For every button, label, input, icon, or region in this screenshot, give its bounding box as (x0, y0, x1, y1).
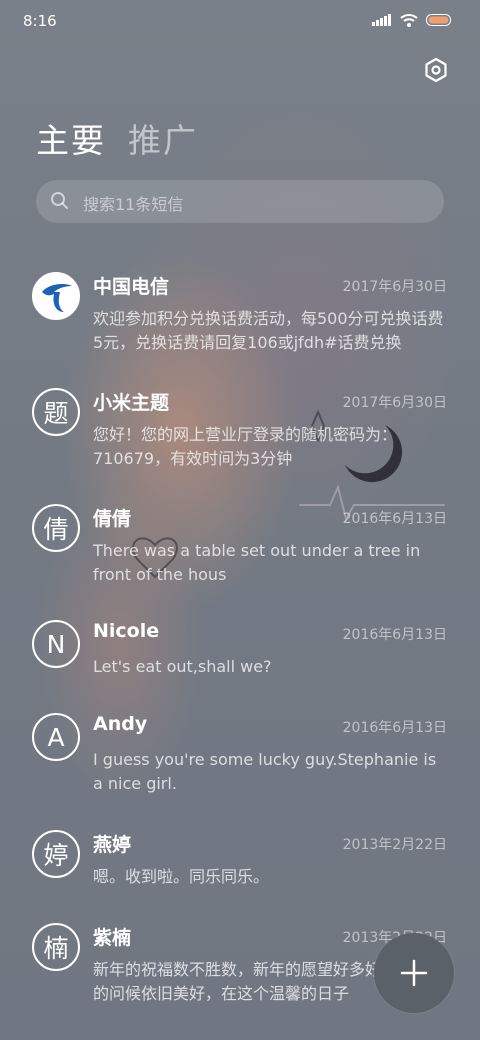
message-item[interactable]: A Andy 2016年6月13日 I guess you're some lu… (0, 713, 480, 823)
search-icon (51, 192, 68, 209)
sender-name: 紫楠 (93, 927, 132, 949)
wifi-icon (400, 14, 418, 27)
avatar: 楠 (32, 923, 80, 971)
hexagon-settings-icon (425, 57, 447, 83)
message-date: 2016年6月13日 (342, 511, 447, 527)
avatar (32, 272, 80, 320)
tab-bar: 主要 推广 (36, 114, 198, 162)
message-preview: Let's eat out,shall we? (93, 657, 272, 676)
avatar: 倩 (32, 504, 80, 552)
sender-name: 中国电信 (93, 276, 170, 298)
message-preview: 欢迎参加积分兑换话费活动，每500分可兑换话费5元，兑换话费请回复106或jfd… (93, 309, 444, 352)
sender-name: 燕婷 (93, 834, 132, 856)
avatar: 题 (32, 388, 80, 436)
message-item[interactable]: 倩 倩倩 2016年6月13日 There was a table set ou… (0, 504, 480, 614)
message-date: 2016年6月13日 (342, 720, 447, 736)
message-preview: 您好！您的网上营业厅登录的随机密码为：710679，有效时间为3分钟 (93, 425, 398, 468)
message-date: 2017年6月30日 (342, 279, 447, 295)
status-icons (372, 13, 452, 27)
tab-main[interactable]: 主要 (36, 114, 106, 162)
message-item[interactable]: 题 小米主题 2017年6月30日 您好！您的网上营业厅登录的随机密码为：710… (0, 388, 480, 498)
search-bar[interactable]: 搜索11条短信 (36, 180, 444, 223)
message-preview: 嗯。收到啦。同乐同乐。 (93, 867, 270, 886)
compose-button[interactable] (374, 933, 454, 1013)
settings-button[interactable] (422, 56, 450, 84)
avatar: A (32, 713, 80, 761)
status-time: 8:16 (23, 12, 57, 30)
avatar: N (32, 620, 80, 668)
tab-promo[interactable]: 推广 (128, 114, 198, 162)
sender-name: Nicole (93, 620, 160, 642)
avatar: 婷 (32, 830, 80, 878)
message-date: 2017年6月30日 (342, 395, 447, 411)
china-telecom-logo-icon (34, 274, 78, 318)
sender-name: 小米主题 (93, 392, 170, 414)
plus-icon (400, 959, 428, 987)
battery-icon (426, 14, 451, 26)
message-item[interactable]: 中国电信 2017年6月30日 欢迎参加积分兑换话费活动，每500分可兑换话费5… (0, 272, 480, 382)
message-preview: There was a table set out under a tree i… (93, 541, 421, 584)
search-placeholder: 搜索11条短信 (83, 195, 184, 214)
message-date: 2016年6月13日 (342, 627, 447, 643)
message-preview: I guess you're some lucky guy.Stephanie … (93, 750, 437, 793)
sender-name: Andy (93, 713, 148, 735)
message-date: 2013年2月22日 (342, 837, 447, 853)
status-bar: 8:16 (0, 0, 480, 40)
sender-name: 倩倩 (93, 508, 132, 530)
signal-icon (372, 14, 391, 26)
